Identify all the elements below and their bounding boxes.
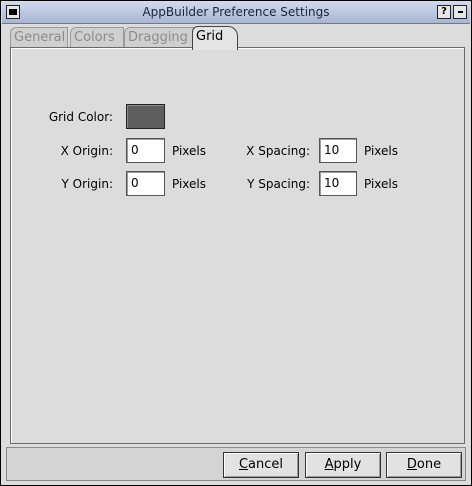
- title-bar[interactable]: AppBuilder Preference Settings ?: [2, 2, 470, 24]
- cancel-button[interactable]: Cancel: [223, 452, 299, 478]
- tab-general[interactable]: General: [10, 27, 68, 48]
- apply-label: pply: [333, 457, 362, 472]
- tab-dragging[interactable]: Dragging: [124, 27, 194, 48]
- grid-settings-panel: [10, 47, 465, 444]
- cancel-mnemonic: C: [238, 457, 249, 472]
- help-button[interactable]: ?: [437, 5, 451, 19]
- y-origin-label: Y Origin:: [61, 177, 113, 191]
- done-mnemonic: D: [406, 457, 417, 472]
- x-origin-label: X Origin:: [60, 144, 113, 158]
- preferences-window: AppBuilder Preference Settings ? General…: [0, 0, 472, 486]
- cancel-label: ancel: [248, 457, 284, 472]
- minimize-icon[interactable]: [453, 5, 467, 19]
- tab-colors[interactable]: Colors: [70, 27, 124, 48]
- y-spacing-unit: Pixels: [364, 177, 399, 191]
- grid-color-label: Grid Color:: [48, 110, 113, 124]
- x-origin-field[interactable]: 0: [126, 138, 165, 163]
- y-spacing-label: Y Spacing:: [247, 177, 310, 191]
- apply-button[interactable]: Apply: [305, 452, 381, 478]
- done-label: one: [416, 457, 442, 472]
- apply-mnemonic: A: [324, 457, 334, 472]
- x-spacing-unit: Pixels: [364, 144, 399, 158]
- done-button[interactable]: Done: [386, 452, 462, 478]
- tab-grid[interactable]: Grid: [192, 26, 238, 50]
- x-spacing-label: X Spacing:: [246, 144, 310, 158]
- y-origin-unit: Pixels: [172, 177, 207, 191]
- dialog-button-bar: Cancel Apply Done: [6, 447, 466, 481]
- y-spacing-field[interactable]: 10: [319, 171, 357, 196]
- y-origin-field[interactable]: 0: [126, 171, 165, 196]
- x-origin-unit: Pixels: [172, 144, 207, 158]
- grid-color-swatch[interactable]: [126, 104, 165, 129]
- window-title: AppBuilder Preference Settings: [142, 5, 330, 19]
- x-spacing-field[interactable]: 10: [319, 138, 357, 163]
